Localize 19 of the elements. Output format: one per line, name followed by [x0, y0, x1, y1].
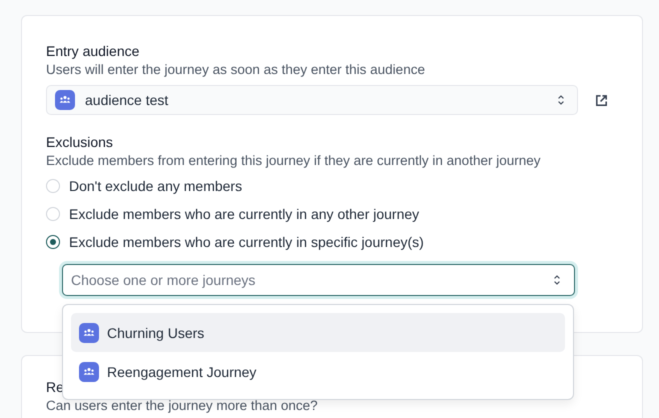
- menu-item[interactable]: Churning Users: [71, 313, 565, 352]
- section-description: Exclude members from entering this journey if they are currently in another journey: [46, 152, 542, 170]
- section-description: Users will enter the journey as soon as they enter this audience: [46, 61, 426, 79]
- radio-button[interactable]: [46, 234, 60, 248]
- section-title: Entry audience: [46, 42, 140, 60]
- people-icon: [79, 362, 99, 382]
- chevron-icon: [553, 274, 561, 286]
- section-description: Can users enter the journey more than once?: [46, 397, 319, 415]
- journey-select[interactable]: Choose one or more journeys: [62, 264, 575, 296]
- section-title: Exclusions: [46, 133, 114, 151]
- option-label: Exclude members who are currently in any other journey: [69, 206, 420, 222]
- external-link-icon[interactable]: [594, 92, 609, 108]
- option-label: Exclude members who are currently in specific journey(s): [69, 234, 424, 250]
- audience-select[interactable]: audience test: [46, 85, 578, 115]
- menu-item[interactable]: Reengagement Journey: [71, 352, 565, 391]
- people-icon: [79, 322, 99, 342]
- option-label: Don't exclude any members: [69, 178, 242, 194]
- chevron-icon: [557, 94, 565, 106]
- people-icon: [55, 90, 75, 110]
